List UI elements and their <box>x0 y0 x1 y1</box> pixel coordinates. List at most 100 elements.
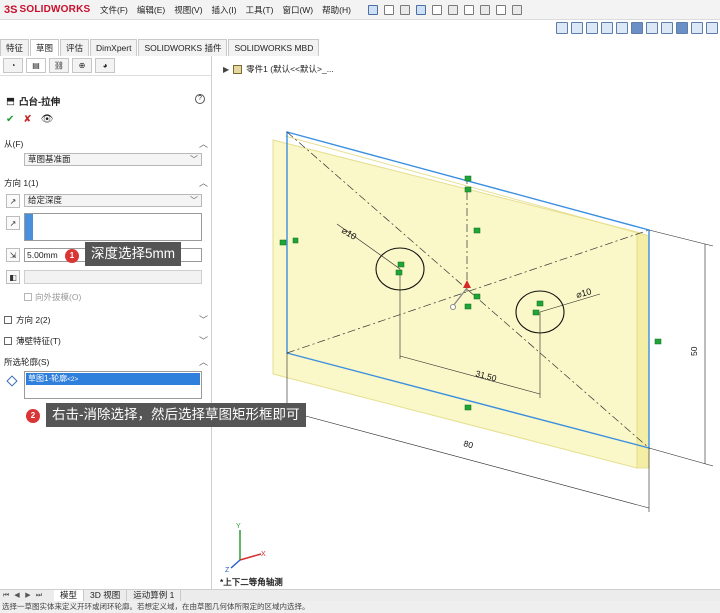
solidworks-window: 3S SOLIDWORKS 文件(F) 编辑(E) 视图(V) 插入(I) 工具… <box>0 0 720 613</box>
dimxpert-manager-tab-icon[interactable]: ⊕ <box>72 58 92 73</box>
section-view-icon[interactable] <box>616 22 628 34</box>
menu-edit[interactable]: 编辑(E) <box>137 4 165 16</box>
first-tab-icon[interactable]: ⏮ <box>1 591 11 601</box>
last-tab-icon[interactable]: ⏭ <box>34 591 44 601</box>
options-gear-icon[interactable] <box>511 4 522 15</box>
status-bar: 选择一草图实体来定义开环或闭环轮廓。若想定义域，在由草图几何体所限定的区域内选择… <box>0 601 720 613</box>
rebuild-icon[interactable] <box>479 4 490 15</box>
callout-badge-2: 2 <box>26 409 40 423</box>
dim-width[interactable]: 80 <box>462 438 474 450</box>
prev-tab-icon[interactable]: ◀ <box>12 591 22 601</box>
solidworks-logo[interactable]: 3S SOLIDWORKS <box>0 4 100 16</box>
save-icon[interactable] <box>415 4 426 15</box>
menu-tools[interactable]: 工具(T) <box>246 4 274 16</box>
end-condition-value: 给定深度 <box>28 195 63 205</box>
selection-focus-bar <box>25 214 33 240</box>
collapse-chevron-icon[interactable]: ︿ <box>199 176 208 189</box>
from-section-header[interactable]: 从(F) ︿ <box>4 137 208 151</box>
contour-item-label: 草图1-轮廓 <box>28 374 68 383</box>
direction2-label: 方向 2(2) <box>16 315 51 325</box>
menu-insert[interactable]: 插入(I) <box>212 4 237 16</box>
contour-list-item[interactable]: 草图1-轮廓<2> <box>26 373 200 385</box>
draft-outward-checkbox[interactable] <box>24 293 32 301</box>
open-icon[interactable] <box>399 4 410 15</box>
tab-sketch[interactable]: 草图 <box>30 39 60 56</box>
chevron-down-icon: ﹀ <box>190 196 198 205</box>
direction2-section-header[interactable]: 方向 2(2) ﹀ <box>4 313 208 327</box>
previous-view-icon[interactable] <box>601 22 613 34</box>
reverse-direction-icon[interactable]: ↗ <box>6 194 20 208</box>
direction-selection-box[interactable] <box>24 213 202 241</box>
menu-view[interactable]: 视图(V) <box>174 4 202 16</box>
display-manager-tab-icon[interactable]: ◕ <box>95 58 115 73</box>
svg-text:Z: Z <box>225 567 230 574</box>
end-condition-dropdown[interactable]: 给定深度 ﹀ <box>24 194 202 207</box>
print-icon[interactable] <box>431 4 442 15</box>
expand-chevron-icon[interactable]: ﹀ <box>199 334 208 347</box>
help-button[interactable]: ? <box>195 94 205 104</box>
tab-mbd[interactable]: SOLIDWORKS MBD <box>228 39 320 56</box>
tab-evaluate[interactable]: 评估 <box>60 39 90 56</box>
from-dropdown-value: 草图基准面 <box>28 154 71 164</box>
selected-contours-list[interactable]: 草图1-轮廓<2> <box>24 371 202 399</box>
feature-manager-tab-icon[interactable]: ◔ <box>3 58 23 73</box>
extrude-drag-handle[interactable] <box>450 304 456 310</box>
callout-badge-1: 1 <box>65 249 79 263</box>
tab-features[interactable]: 特征 <box>0 39 30 56</box>
direction2-checkbox[interactable] <box>4 316 12 324</box>
direction1-section-header[interactable]: 方向 1(1) ︿ <box>4 176 208 190</box>
property-manager-tab-icon[interactable]: ▤ <box>26 58 46 73</box>
draft-outward-label: 向外拔模(O) <box>35 292 82 302</box>
expand-chevron-icon[interactable]: ﹀ <box>199 313 208 326</box>
menu-help[interactable]: 帮助(H) <box>322 4 351 16</box>
feature-title-text: 凸台-拉伸 <box>18 97 61 108</box>
display-pane-icon[interactable] <box>706 22 718 34</box>
draft-outward-option[interactable]: 向外拔模(O) <box>24 291 81 303</box>
zoom-to-area-icon[interactable] <box>586 22 598 34</box>
collapse-chevron-icon[interactable]: ︿ <box>199 355 208 368</box>
extrude-preview-side <box>636 231 650 469</box>
direction-vector-icon: ↗ <box>6 216 20 230</box>
from-dropdown[interactable]: 草图基准面 ﹀ <box>24 153 202 166</box>
pin-icon[interactable] <box>367 4 378 15</box>
display-style-icon[interactable] <box>631 22 643 34</box>
cancel-button[interactable]: ✘ <box>23 114 31 125</box>
manager-tabs: ◔ ▤ ⛓ ⊕ ◕ <box>0 56 211 76</box>
tab-model[interactable]: 模型 <box>54 590 85 601</box>
selected-contours-section-header[interactable]: 所选轮廓(S) ︿ <box>4 355 208 369</box>
feature-title: ⬒ 凸台-拉伸 <box>6 94 61 109</box>
zoom-to-fit-icon[interactable] <box>571 22 583 34</box>
hide-show-icon[interactable] <box>646 22 658 34</box>
menu-file[interactable]: 文件(F) <box>100 4 128 16</box>
model-viewport[interactable]: ⌀10 ⌀10 31.50 80 50 Y X Z <box>213 56 720 589</box>
tab-motion-study[interactable]: 运动算例 1 <box>127 590 182 601</box>
tab-dimxpert[interactable]: DimXpert <box>90 39 138 56</box>
ok-button[interactable]: ✔ <box>6 114 14 125</box>
view-orientation-label: *上下二等角轴测 <box>220 577 283 587</box>
thin-feature-checkbox[interactable] <box>4 337 12 345</box>
apply-scene-icon[interactable] <box>676 22 688 34</box>
graphics-area[interactable]: ▶ 零件1 (默认<<默认>_... ⌀10 ⌀10 31.50 80 50 Y… <box>213 56 720 589</box>
file-properties-icon[interactable] <box>495 4 506 15</box>
tab-addins[interactable]: SOLIDWORKS 插件 <box>138 39 228 56</box>
undo-icon[interactable] <box>447 4 458 15</box>
edit-appearance-icon[interactable] <box>661 22 673 34</box>
view-settings-icon[interactable] <box>691 22 703 34</box>
bottom-tab-bar: ⏮ ◀ ▶ ⏭ 模型 3D 视图 运动算例 1 <box>0 589 720 601</box>
configuration-manager-tab-icon[interactable]: ⛓ <box>49 58 69 73</box>
logo-mark: 3S <box>4 3 18 16</box>
view-orientation-icon[interactable] <box>556 22 568 34</box>
next-tab-icon[interactable]: ▶ <box>23 591 33 601</box>
tab-3d-view[interactable]: 3D 视图 <box>84 590 128 601</box>
menu-window[interactable]: 窗口(W) <box>282 4 313 16</box>
thin-feature-section-header[interactable]: 薄壁特征(T) ﹀ <box>4 334 208 348</box>
callout-depth: 深度选择5mm <box>85 242 181 266</box>
new-document-icon[interactable] <box>383 4 394 15</box>
select-icon[interactable] <box>463 4 474 15</box>
collapse-chevron-icon[interactable]: ︿ <box>199 137 208 150</box>
draft-icon[interactable]: ◧ <box>6 270 20 284</box>
dim-extension <box>648 447 714 467</box>
detailed-preview-eye-icon[interactable]: 👁 <box>41 114 54 125</box>
draft-angle-field[interactable] <box>24 270 202 284</box>
dim-height[interactable]: 50 <box>689 346 699 356</box>
